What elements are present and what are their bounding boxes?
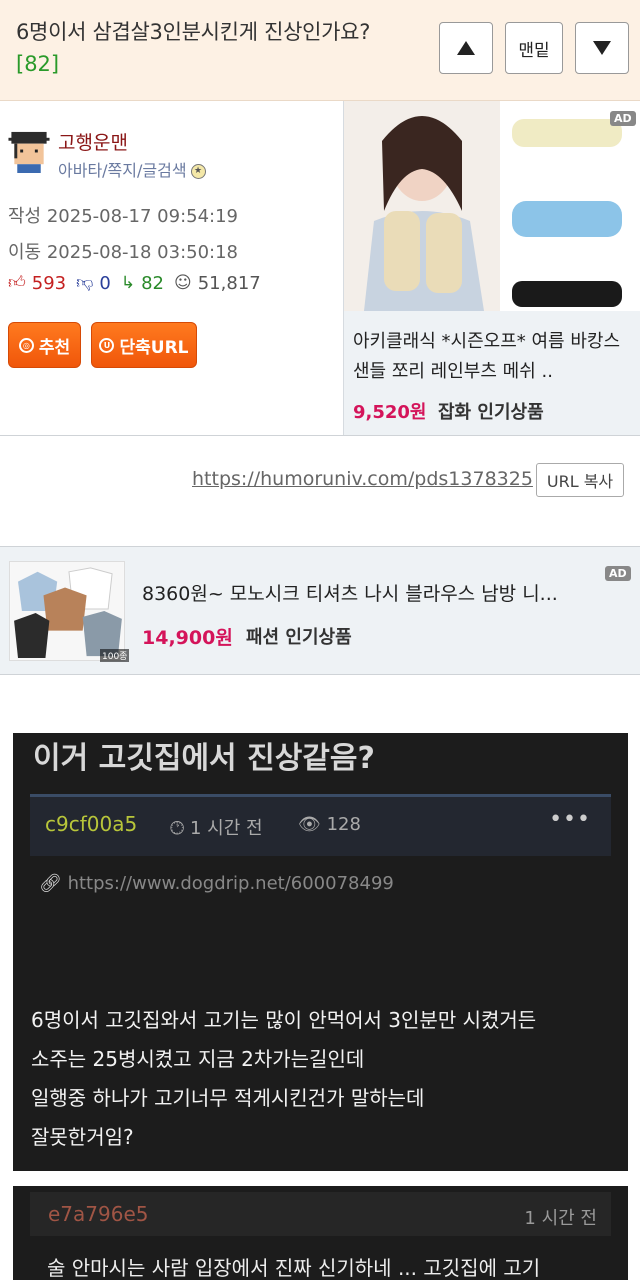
clock-icon: 🕐︎ (170, 818, 190, 839)
upvote-count: 593 (31, 273, 67, 294)
post-url-link[interactable]: https://humoruniv.com/pds1378325 (192, 468, 533, 490)
downvote-count: 0 (99, 273, 111, 294)
eye-icon: 👁︎ (298, 814, 327, 835)
embedded-post-line: 일행중 하나가 고기너무 적게시킨건가 말하는데 (31, 1086, 425, 1110)
views-icon: ☺ (174, 273, 192, 293)
more-options-icon: ••• (549, 807, 591, 832)
short-url-label: 단축URL (119, 337, 189, 358)
thumbs-up-icon: 👍︎ (8, 273, 26, 293)
ad-product-image (344, 101, 640, 311)
ad-badge: AD (610, 111, 636, 126)
post-title: 6명이서 삼겹살3인분시킨게 진상인가요? (16, 20, 371, 44)
ad-title[interactable]: 아키클래식 *시즌오프* 여름 바캉스 샌들 쪼리 레인부츠 메쉬 .. (353, 327, 635, 387)
up-arrow-icon (457, 41, 475, 55)
scroll-top-button[interactable] (439, 22, 493, 74)
next-post-button[interactable] (575, 22, 629, 74)
recommend-label: 추천 (38, 337, 71, 358)
recommend-button[interactable]: ◎ 추천 (8, 322, 81, 368)
comment-time: 1 시간 전 (524, 1208, 597, 1229)
scroll-bottom-button[interactable]: 맨밑 (505, 22, 563, 74)
ad-price: 9,520원 (353, 402, 427, 423)
embedded-post-views-text: 128 (326, 814, 361, 835)
ad-banner-fashion[interactable]: 100종 AD 8360원~ 모노시크 티셔츠 나시 블라우스 남방 니... … (0, 546, 640, 675)
embedded-post-source-url: https://www.dogdrip.net/600078499 (67, 873, 394, 894)
ad-price: 14,900원 (142, 627, 233, 649)
embedded-post-image: 이거 고깃집에서 진상같음? c9cf00a5 🕐︎ 1 시간 전 👁︎ 128… (13, 733, 628, 1171)
link-icon: 🔗︎ (39, 873, 68, 894)
reply-icon: ↳ (120, 273, 136, 293)
avatar[interactable] (8, 129, 50, 173)
embedded-post-time-text: 1 시간 전 (189, 818, 263, 839)
embedded-post-views: 👁︎ 128 (298, 814, 361, 835)
ad-category: 패션 인기상품 (246, 627, 352, 648)
ad-thumb-tag: 100종 (100, 649, 130, 662)
post-stats: 👍︎ 593 👎︎ 0 ↳ 82 ☺ 51,817 (8, 273, 261, 294)
down-arrow-icon (593, 41, 611, 55)
embedded-post-body: 6명이서 고깃집와서 고기는 많이 안먹어서 3인분만 시켰거든 소주는 25병… (31, 1001, 621, 1157)
author-name[interactable]: 고행운맨 (58, 128, 128, 155)
embedded-post-source: 🔗︎ https://www.dogdrip.net/600078499 (39, 873, 394, 894)
post-header: 6명이서 삼겹살3인분시킨게 진상인가요? [82] 맨밑 (0, 0, 640, 101)
comment-author: e7a796e5 (48, 1202, 149, 1226)
view-count: 51,817 (197, 273, 261, 294)
embedded-post-time: 🕐︎ 1 시간 전 (170, 814, 263, 840)
ad-title[interactable]: 8360원~ 모노시크 티셔츠 나시 블라우스 남방 니... (142, 579, 558, 606)
written-date: 작성 2025-08-17 09:54:19 (8, 206, 239, 227)
embedded-post-line: 잘못한거임? (31, 1125, 134, 1149)
comment-text: 술 안마시는 사람 입장에서 진짜 신기하네 ... 고깃집에 고기 (47, 1256, 541, 1280)
embedded-post-meta: c9cf00a5 🕐︎ 1 시간 전 👁︎ 128 ••• (30, 794, 611, 856)
embedded-comment-image: e7a796e5 1 시간 전 술 안마시는 사람 입장에서 진짜 신기하네 .… (13, 1186, 628, 1280)
ad-banner-sandals[interactable]: AD 아키클래식 *시즌오프* 여름 바캉스 샌들 쪼리 레인부츠 메쉬 .. … (343, 101, 640, 435)
embedded-post-author: c9cf00a5 (45, 812, 138, 836)
ad-badge: AD (605, 566, 631, 581)
author-links[interactable]: 아바타/쪽지/글검색 ★ (58, 157, 206, 181)
ad-category: 잡화 인기상품 (438, 402, 544, 423)
author-links-label[interactable]: 아바타/쪽지/글검색 (58, 161, 187, 180)
embedded-post-title: 이거 고깃집에서 진상같음? (33, 741, 375, 776)
short-url-icon: U (99, 337, 115, 353)
short-url-button[interactable]: U 단축URL (91, 322, 197, 368)
embedded-post-line: 소주는 25병시켰고 지금 2차가는길인데 (31, 1047, 365, 1071)
comment-count[interactable]: [82] (16, 52, 59, 76)
embedded-post-line: 6명이서 고깃집와서 고기는 많이 안먹어서 3인분만 시켰거든 (31, 1008, 537, 1032)
recommend-icon: ◎ (18, 337, 34, 353)
reply-count: 82 (141, 273, 164, 294)
url-copy-button[interactable]: URL 복사 (536, 463, 624, 497)
thumbs-down-icon: 👎︎ (76, 273, 94, 293)
comment-header: e7a796e5 1 시간 전 (30, 1192, 611, 1236)
ad-product-thumbnail (9, 561, 125, 661)
author-info (0, 101, 343, 435)
level-badge-icon: ★ (190, 164, 206, 179)
divider (0, 435, 640, 436)
moved-date: 이동 2025-08-18 03:50:18 (8, 242, 239, 263)
